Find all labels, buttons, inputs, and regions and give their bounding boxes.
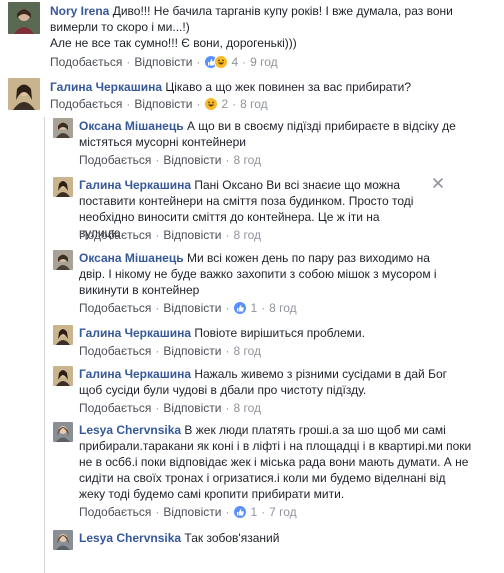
reaction-count[interactable]: 1 xyxy=(250,504,257,520)
like-button[interactable]: Подобається xyxy=(50,54,122,70)
comment-author[interactable]: Галина Черкашина xyxy=(50,80,162,94)
separator-dot: · xyxy=(155,344,160,358)
avatar[interactable] xyxy=(53,325,73,345)
separator-dot: · xyxy=(225,301,230,315)
reply-thread-line xyxy=(44,117,45,573)
comment-text: Диво!!! Не бачила тарганів купу років! І… xyxy=(50,4,453,34)
avatar[interactable] xyxy=(53,177,73,197)
timestamp[interactable]: 9 год xyxy=(250,54,278,70)
reactions-summary[interactable] xyxy=(204,55,229,69)
comment-text: Так зобов'язаний xyxy=(184,531,280,545)
comment-author[interactable]: Оксана Мішанець xyxy=(79,251,184,265)
comment-author[interactable]: Галина Черкашина xyxy=(79,178,191,192)
like-button[interactable]: Подобається xyxy=(50,96,122,112)
separator-dot: · xyxy=(225,153,230,167)
reply-button[interactable]: Відповісти xyxy=(163,343,221,359)
separator-dot: · xyxy=(126,97,131,111)
separator-dot: · xyxy=(155,228,160,242)
reply-button[interactable]: Відповісти xyxy=(163,504,221,520)
reply-comment-7: Lesya Chervnsika В жек люди платять грош… xyxy=(53,422,498,520)
timestamp[interactable]: 8 год xyxy=(269,300,297,316)
comment-author[interactable]: Галина Черкашина xyxy=(79,367,191,381)
reaction-count[interactable]: 2 xyxy=(221,96,228,112)
reply-comment-5: Галина Черкашина Повіоте вирішиться проб… xyxy=(53,325,498,359)
avatar[interactable] xyxy=(8,2,40,34)
separator-dot: · xyxy=(196,97,201,111)
separator-dot: · xyxy=(155,401,160,415)
reply-button[interactable]: Відповісти xyxy=(163,152,221,168)
comment-text-line2: Але не все так сумно!!! Є вони, дорогень… xyxy=(50,36,297,50)
separator-dot: · xyxy=(261,301,266,315)
reactions-summary[interactable] xyxy=(233,301,248,315)
separator-dot: · xyxy=(225,344,230,358)
separator-dot: · xyxy=(155,505,160,519)
comment-1: Галина Черкашина Цікаво а що жек повинен… xyxy=(8,78,498,114)
reply-button[interactable]: Відповісти xyxy=(163,300,221,316)
reaction-count[interactable]: 4 xyxy=(231,54,238,70)
reply-button[interactable]: Відповісти xyxy=(163,400,221,416)
comment-text: Цікаво а що жек повинен за вас прибирати… xyxy=(165,80,412,94)
avatar[interactable] xyxy=(53,118,73,138)
reply-button[interactable]: Відповісти xyxy=(163,227,221,243)
comment-text: Повіоте вирішиться проблеми. xyxy=(194,326,365,340)
separator-dot: · xyxy=(261,505,266,519)
separator-dot: · xyxy=(225,505,230,519)
comment-author[interactable]: Галина Черкашина xyxy=(79,326,191,340)
comment-0: Nory Irena Диво!!! Не бачила тарганів ку… xyxy=(8,2,498,70)
timestamp[interactable]: 8 год xyxy=(233,400,261,416)
timestamp[interactable]: 8 год xyxy=(240,96,268,112)
avatar[interactable] xyxy=(53,530,73,550)
reply-button[interactable]: Відповісти xyxy=(134,54,192,70)
haha-icon xyxy=(214,55,229,69)
separator-dot: · xyxy=(225,401,230,415)
separator-dot: · xyxy=(196,55,201,69)
timestamp[interactable]: 8 год xyxy=(233,152,261,168)
reply-button[interactable]: Відповісти xyxy=(134,96,192,112)
like-icon xyxy=(233,505,248,519)
reply-comment-4: Оксана Мішанець Ми всі кожен день по пар… xyxy=(53,250,498,316)
like-button[interactable]: Подобається xyxy=(79,400,151,416)
like-button[interactable]: Подобається xyxy=(79,152,151,168)
separator-dot: · xyxy=(225,228,230,242)
reaction-count[interactable]: 1 xyxy=(250,300,257,316)
like-button[interactable]: Подобається xyxy=(79,343,151,359)
separator-dot: · xyxy=(155,153,160,167)
comment-author[interactable]: Lesya Chervnsika xyxy=(79,423,181,437)
avatar[interactable] xyxy=(53,366,73,386)
reply-comment-8: Lesya Chervnsika Так зобов'язаний xyxy=(53,530,498,570)
haha-icon xyxy=(204,97,219,111)
separator-dot: · xyxy=(242,55,247,69)
like-button[interactable]: Подобається xyxy=(79,227,151,243)
comment-author[interactable]: Nory Irena xyxy=(50,4,109,18)
like-button[interactable]: Подобається xyxy=(79,504,151,520)
timestamp[interactable]: 8 год xyxy=(233,343,261,359)
like-icon xyxy=(233,301,248,315)
timestamp[interactable]: 7 год xyxy=(269,504,297,520)
reply-comment-6: Галина Черкашина Нажаль живемо з різними… xyxy=(53,366,498,416)
timestamp[interactable]: 8 год xyxy=(233,227,261,243)
like-button[interactable]: Подобається xyxy=(79,300,151,316)
avatar[interactable] xyxy=(53,250,73,270)
reactions-summary[interactable] xyxy=(204,97,219,111)
comment-author[interactable]: Lesya Chervnsika xyxy=(79,531,181,545)
comment-author[interactable]: Оксана Мішанець xyxy=(79,119,184,133)
separator-dot: · xyxy=(232,97,237,111)
separator-dot: · xyxy=(126,55,131,69)
close-icon[interactable] xyxy=(431,176,445,190)
reactions-summary[interactable] xyxy=(233,505,248,519)
avatar[interactable] xyxy=(8,78,40,110)
separator-dot: · xyxy=(155,301,160,315)
avatar[interactable] xyxy=(53,422,73,442)
reply-comment-2: Оксана Мішанець А що ви в своєму підїзді… xyxy=(53,118,498,168)
